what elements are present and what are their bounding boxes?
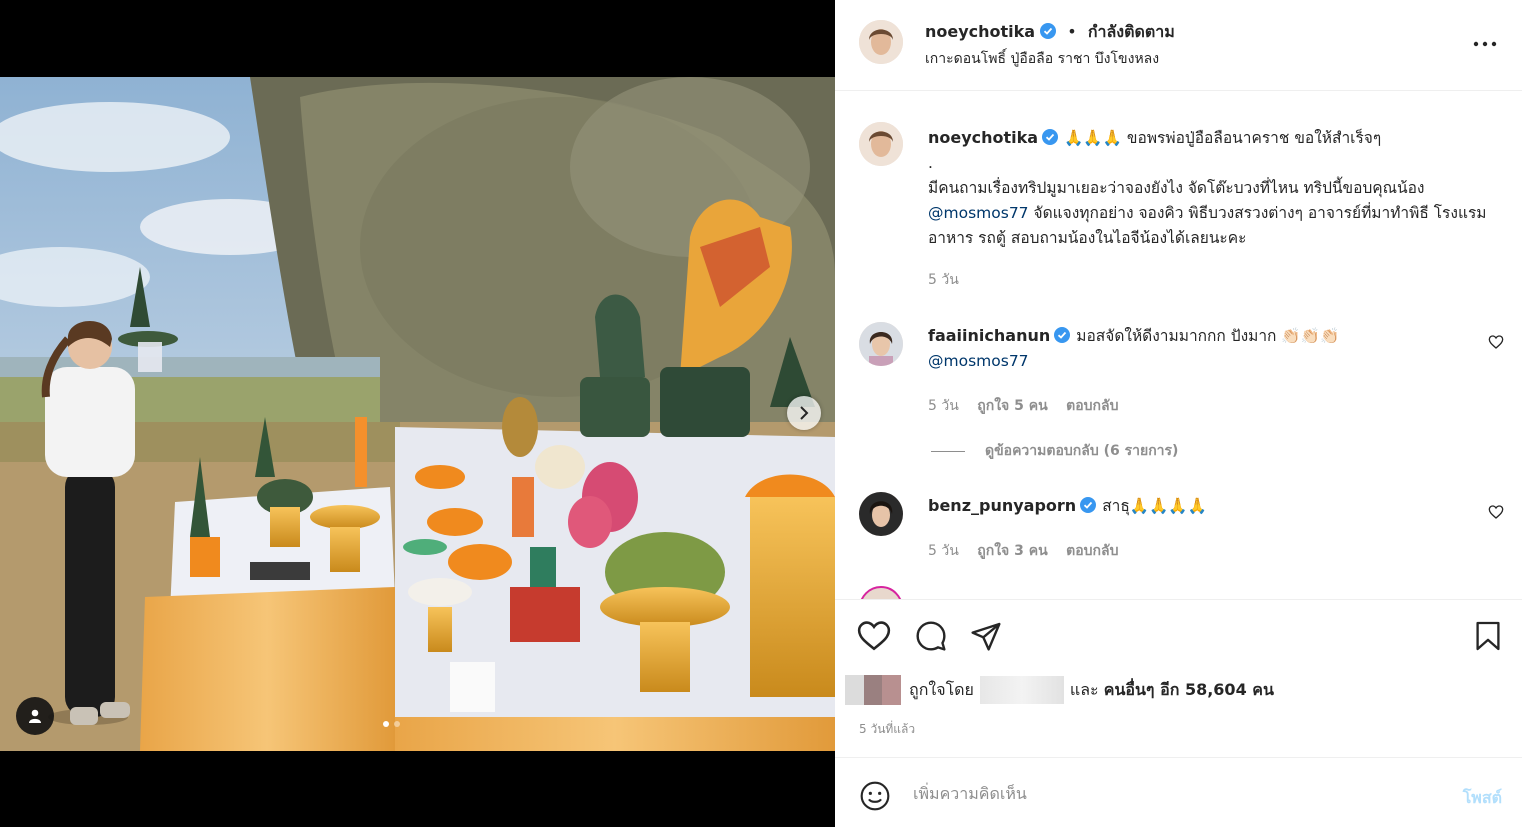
next-photo-button[interactable]: [787, 396, 821, 430]
verified-badge-icon: [1042, 129, 1059, 145]
caption-mention[interactable]: @mosmos77: [928, 204, 1029, 222]
liker-name-blurred[interactable]: [979, 676, 1064, 704]
post-photo[interactable]: [0, 77, 835, 751]
post-location[interactable]: เกาะดอนโพธิ์ ปู่อือลือ ราชา บึงโขงหลง: [925, 48, 1159, 70]
comment-content: มอสจัดให้ดีงามมากกก ปังมาก 👏🏻👏🏻👏🏻: [1076, 327, 1340, 345]
like-heart-icon[interactable]: [857, 620, 891, 652]
post-side-panel: noeychotika • กำลังติดตาม เกาะดอนโพธิ์ ป…: [835, 0, 1522, 827]
liker-avatars-blurred[interactable]: [845, 675, 902, 705]
comment-time[interactable]: 5 วัน: [928, 543, 959, 559]
liked-by-label: ถูกใจโดย: [909, 679, 974, 699]
reply-button[interactable]: ตอบกลับ: [1066, 398, 1118, 414]
comment-time[interactable]: 5 วัน: [928, 398, 959, 414]
post-header: noeychotika • กำลังติดตาม เกาะดอนโพธิ์ ป…: [835, 0, 1522, 91]
comment-input[interactable]: [913, 776, 1433, 810]
comment-likes[interactable]: ถูกใจ 5 คน: [977, 398, 1047, 414]
caption-meta: 5 วัน: [928, 269, 973, 291]
post-time-ago[interactable]: 5 วันที่แล้ว: [859, 720, 915, 739]
add-comment-bar: โพสต์: [835, 757, 1522, 827]
comment-likes[interactable]: ถูกใจ 3 คน: [977, 543, 1047, 559]
likes-others-count[interactable]: คนอื่นๆ อีก 58,604 คน: [1104, 678, 1274, 703]
save-bookmark-icon[interactable]: [1475, 620, 1501, 652]
likes-and-label: และ: [1069, 679, 1099, 699]
verified-badge-icon: [1080, 497, 1097, 513]
commenter-avatar[interactable]: [859, 322, 903, 366]
likes-summary: ถูกใจโดย และ คนอื่นๆ อีก 58,604 คน: [845, 675, 1274, 705]
separator-dot: •: [1067, 22, 1077, 41]
comment-icon[interactable]: [915, 620, 947, 652]
carousel-dot: [383, 721, 389, 727]
author-avatar[interactable]: [859, 20, 903, 64]
like-comment-heart-icon[interactable]: [1488, 504, 1504, 520]
author-username[interactable]: noeychotika: [925, 22, 1035, 41]
commenter-username[interactable]: faaiinichanun: [928, 326, 1050, 345]
commenter-avatar[interactable]: [859, 586, 903, 599]
caption-text: noeychotika 🙏🙏🙏 ขอพรพ่อปู่อือลือนาคราช ขอ…: [928, 125, 1498, 251]
more-horizontal-icon: [1473, 41, 1497, 47]
comment-text: faaiinichanun มอสจัดให้ดีงามมากกก ปังมาก …: [928, 323, 1498, 374]
more-options-button[interactable]: [1470, 32, 1500, 56]
following-button[interactable]: กำลังติดตาม: [1088, 22, 1175, 41]
caption-text-a: มีคนถามเรื่องทริปมูมาเยอะว่าจองยังไง จัด…: [928, 179, 1425, 197]
carousel-indicator: [383, 721, 400, 727]
user-icon: [29, 709, 41, 723]
caption-line-2: .: [928, 154, 933, 172]
post-comment-button[interactable]: โพสต์: [1463, 786, 1502, 811]
post-actions: ถูกใจโดย และ คนอื่นๆ อีก 58,604 คน 5 วัน…: [835, 599, 1522, 757]
emoji-icon[interactable]: [859, 780, 891, 812]
commenter-avatar[interactable]: [859, 492, 903, 536]
view-replies-button[interactable]: ดูข้อความตอบกลับ (6 รายการ): [931, 440, 1178, 462]
share-send-icon[interactable]: [970, 620, 1002, 652]
comment-meta: 5 วัน ถูกใจ 3 คน ตอบกลับ: [928, 540, 1132, 562]
replies-line: [931, 450, 965, 452]
commenter-username[interactable]: benz_punyaporn: [928, 496, 1076, 515]
comment-mention[interactable]: @mosmos77: [928, 352, 1029, 370]
verified-badge-icon: [1040, 23, 1057, 39]
chevron-right-icon: [800, 406, 809, 420]
post-media: [0, 0, 835, 827]
comment-meta: 5 วัน ถูกใจ 5 คน ตอบกลับ: [928, 395, 1132, 417]
reply-button[interactable]: ตอบกลับ: [1066, 543, 1118, 559]
tagged-users-button[interactable]: [16, 697, 54, 735]
caption-username[interactable]: noeychotika: [928, 128, 1038, 147]
like-comment-heart-icon[interactable]: [1488, 334, 1504, 350]
caption-line-1: 🙏🙏🙏 ขอพรพ่อปู่อือลือนาคราช ขอให้สำเร็จๆ: [1064, 129, 1382, 147]
comment-text: benz_punyaporn สาธุ🙏🙏🙏🙏: [928, 493, 1498, 519]
caption-time[interactable]: 5 วัน: [928, 272, 959, 288]
author-avatar[interactable]: [859, 122, 903, 166]
comments-list[interactable]: noeychotika 🙏🙏🙏 ขอพรพ่อปู่อือลือนาคราช ขอ…: [835, 92, 1522, 599]
view-replies-label: ดูข้อความตอบกลับ (6 รายการ): [985, 443, 1179, 459]
carousel-dot: [394, 721, 400, 727]
comment-content: สาธุ🙏🙏🙏🙏: [1102, 497, 1208, 515]
verified-badge-icon: [1054, 327, 1071, 343]
